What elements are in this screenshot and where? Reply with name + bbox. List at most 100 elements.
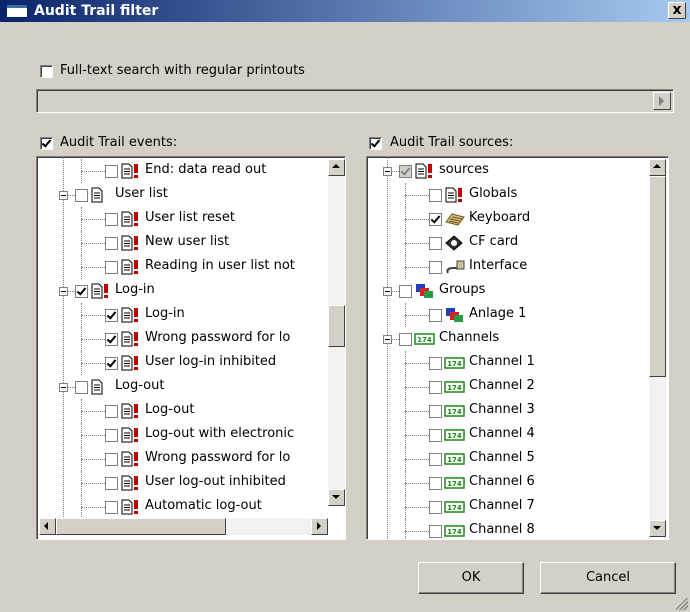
tree-item-checkbox[interactable] xyxy=(105,213,118,226)
tree-item-checkbox[interactable] xyxy=(429,525,442,538)
tree-row[interactable]: 174 Channel 8 xyxy=(367,519,667,539)
tree-item-checkbox[interactable] xyxy=(429,405,442,418)
tree-row[interactable]: User list reset xyxy=(37,207,337,231)
events-scroll-up-button[interactable] xyxy=(328,159,345,176)
collapse-expander-icon[interactable] xyxy=(383,287,392,296)
tree-item-checkbox[interactable] xyxy=(429,309,442,322)
tree-item-checkbox[interactable] xyxy=(429,501,442,514)
full-text-search-checkbox[interactable] xyxy=(40,65,53,78)
tree-item-label: Keyboard xyxy=(469,210,531,225)
sources-scroll-up-button[interactable] xyxy=(649,159,666,176)
tree-row[interactable]: 174 Channel 3 xyxy=(367,399,667,423)
tree-branch-line xyxy=(405,387,429,388)
tree-row[interactable]: Wrong password for lo xyxy=(37,447,337,471)
document-alert-icon xyxy=(414,163,436,179)
tree-item-checkbox[interactable] xyxy=(105,237,118,250)
tree-row[interactable]: Reading in user list not xyxy=(37,255,337,279)
tree-row[interactable]: User log-out inhibited xyxy=(37,471,337,495)
tree-row[interactable]: Keyboard xyxy=(367,207,667,231)
ok-button[interactable]: OK xyxy=(418,562,524,594)
tree-item-checkbox[interactable] xyxy=(105,309,118,322)
tree-row[interactable]: Wrong password for lo xyxy=(37,327,337,351)
sources-tree-view[interactable]: sources Globals Keyboard CF card Interface Gr… xyxy=(366,156,669,540)
tree-item-checkbox[interactable] xyxy=(429,357,442,370)
collapse-expander-icon[interactable] xyxy=(59,191,68,200)
tree-item-checkbox[interactable] xyxy=(429,381,442,394)
tree-item-checkbox[interactable] xyxy=(75,285,88,298)
collapse-expander-icon[interactable] xyxy=(383,335,392,344)
sources-scroll-down-button[interactable] xyxy=(649,520,666,537)
tree-item-checkbox[interactable] xyxy=(429,213,442,226)
tree-row[interactable]: Log-in xyxy=(37,303,337,327)
tree-item-checkbox[interactable] xyxy=(429,261,442,274)
audit-trail-events-checkbox[interactable] xyxy=(40,137,53,150)
tree-row[interactable]: 174 Channel 4 xyxy=(367,423,667,447)
events-scroll-right-button[interactable] xyxy=(311,518,328,535)
tree-row[interactable]: Log-out xyxy=(37,375,337,399)
tree-item-checkbox[interactable] xyxy=(429,189,442,202)
title-bar[interactable]: Audit Trail filter x xyxy=(0,0,690,22)
tree-item-checkbox[interactable] xyxy=(399,333,412,346)
tree-item-checkbox[interactable] xyxy=(105,333,118,346)
tree-item-label: User list xyxy=(115,186,168,201)
tree-item-checkbox[interactable] xyxy=(429,477,442,490)
tree-item-checkbox[interactable] xyxy=(429,429,442,442)
tree-row[interactable]: 174 Channel 7 xyxy=(367,495,667,519)
tree-row[interactable]: 174 Channel 2 xyxy=(367,375,667,399)
tree-row[interactable]: 174 Channel 5 xyxy=(367,447,667,471)
tree-row[interactable]: User log-in inhibited xyxy=(37,351,337,375)
tree-row[interactable]: Log-in xyxy=(37,279,337,303)
tree-row[interactable]: CF card xyxy=(367,231,667,255)
tree-item-checkbox[interactable] xyxy=(105,501,118,514)
events-scroll-left-button[interactable] xyxy=(39,518,56,535)
collapse-expander-icon[interactable] xyxy=(383,167,392,176)
tree-row[interactable]: End: data read out xyxy=(37,159,337,183)
search-go-button[interactable] xyxy=(653,92,671,110)
tree-item-checkbox[interactable] xyxy=(429,453,442,466)
events-tree-view[interactable]: End: data read out User list User list res… xyxy=(36,156,346,540)
tree-row[interactable]: Log-out with electronic xyxy=(37,423,337,447)
tree-row[interactable]: Automatic log-out xyxy=(37,495,337,519)
tree-item-label: New user list xyxy=(145,234,230,249)
sources-scroll-thumb[interactable] xyxy=(649,176,666,377)
tree-item-checkbox[interactable] xyxy=(399,285,412,298)
tree-item-checkbox[interactable] xyxy=(105,357,118,370)
tree-item-checkbox[interactable] xyxy=(105,429,118,442)
tree-item-checkbox[interactable] xyxy=(105,453,118,466)
cancel-button[interactable]: Cancel xyxy=(540,562,676,594)
tree-row[interactable]: 174 Channel 6 xyxy=(367,471,667,495)
tree-item-checkbox[interactable] xyxy=(105,477,118,490)
search-input[interactable] xyxy=(36,89,674,113)
tree-item-checkbox[interactable] xyxy=(105,165,118,178)
tree-row[interactable]: Log-out xyxy=(37,399,337,423)
collapse-expander-icon[interactable] xyxy=(59,287,68,296)
tree-item-checkbox[interactable] xyxy=(75,189,88,202)
audit-trail-sources-checkbox[interactable] xyxy=(369,137,382,150)
close-button[interactable]: x xyxy=(668,2,686,19)
tree-item-label: Interface xyxy=(469,258,528,273)
events-hscroll-thumb[interactable] xyxy=(56,518,226,535)
tree-item-checkbox[interactable] xyxy=(429,237,442,250)
tree-row[interactable]: Globals xyxy=(367,183,667,207)
document-alert-icon xyxy=(120,331,142,347)
tree-row[interactable]: New user list xyxy=(37,231,337,255)
tree-row[interactable]: User list xyxy=(37,183,337,207)
events-horizontal-scrollbar[interactable] xyxy=(39,518,328,535)
tree-item-checkbox[interactable] xyxy=(105,261,118,274)
tree-row[interactable]: Interface xyxy=(367,255,667,279)
tree-row[interactable]: Anlage 1 xyxy=(367,303,667,327)
tree-row[interactable]: 174 Channel 1 xyxy=(367,351,667,375)
tree-item-checkbox[interactable] xyxy=(105,405,118,418)
tree-branch-line xyxy=(405,363,429,364)
collapse-expander-icon[interactable] xyxy=(59,383,68,392)
events-scroll-down-button[interactable] xyxy=(328,489,345,506)
tree-row[interactable]: 174 Channels xyxy=(367,327,667,351)
tree-row[interactable]: Groups xyxy=(367,279,667,303)
tree-item-checkbox[interactable] xyxy=(75,381,88,394)
tree-item-checkbox[interactable] xyxy=(399,165,412,178)
events-vertical-scrollbar[interactable] xyxy=(328,159,345,506)
sources-vertical-scrollbar[interactable] xyxy=(649,159,666,537)
resize-grip[interactable] xyxy=(676,598,688,610)
tree-row[interactable]: sources xyxy=(367,159,667,183)
events-scroll-thumb[interactable] xyxy=(328,305,345,347)
